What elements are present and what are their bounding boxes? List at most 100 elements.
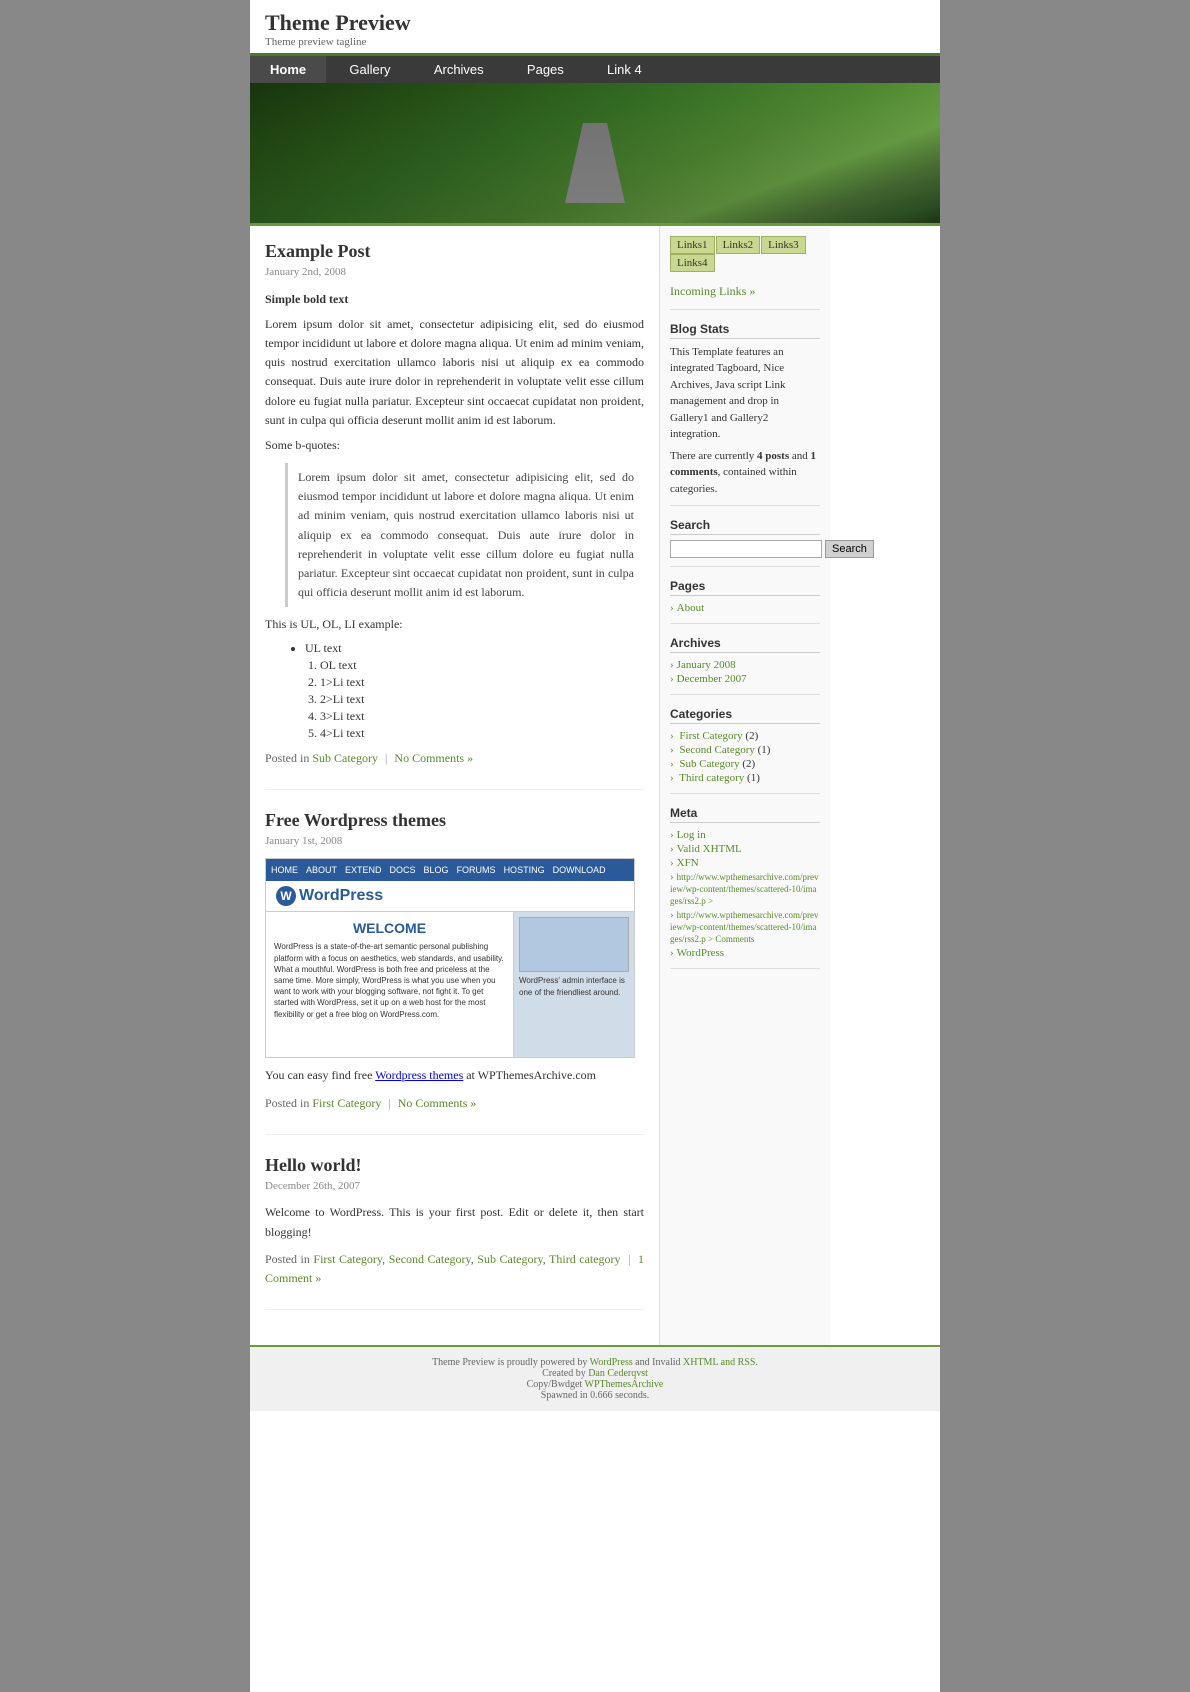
search-input[interactable]: [670, 540, 822, 558]
footer-xhtml-rss-link[interactable]: XHTML and RSS: [683, 1357, 755, 1368]
cat-first-count: (2): [745, 730, 758, 742]
footer-line-2: Created by Dan Cederqvst: [260, 1368, 930, 1379]
quick-link-1[interactable]: Links1: [670, 236, 715, 254]
blog-stats-desc: This Template features an integrated Tag…: [670, 344, 820, 443]
nav-gallery[interactable]: Gallery: [329, 56, 410, 83]
site-tagline: Theme preview tagline: [265, 36, 925, 48]
cat-first-link[interactable]: First Category: [679, 730, 742, 742]
post-1-bquote-label: Some b-quotes:: [265, 436, 644, 455]
post-2-footer: Posted in First Category | No Comments »: [265, 1094, 644, 1113]
site-banner: [250, 83, 940, 223]
pages-list: About: [670, 601, 820, 615]
post-3: Hello world! December 26th, 2007 Welcome…: [265, 1155, 644, 1310]
sidebar-search: Search Search: [670, 518, 820, 567]
post-3-cat3-link[interactable]: Sub Category: [477, 1252, 542, 1266]
meta-heading: Meta: [670, 806, 820, 823]
sidebar-quick-links: Links1Links2Links3 Links4: [670, 236, 820, 272]
nav-pages[interactable]: Pages: [507, 56, 584, 83]
post-2-comments-link[interactable]: No Comments »: [398, 1096, 477, 1110]
list-item: UL text: [305, 641, 644, 656]
footer-line-4: Spawned in 0.666 seconds.: [260, 1390, 930, 1401]
list-item: Second Category (1): [670, 743, 820, 757]
post-1-blockquote: Lorem ipsum dolor sit amet, consectetur …: [285, 463, 644, 607]
post-1-title: Example Post: [265, 241, 644, 262]
nav-archives[interactable]: Archives: [414, 56, 504, 83]
list-item: First Category (2): [670, 729, 820, 743]
cat-third-count: (1): [747, 772, 760, 784]
footer-line-1: Theme Preview is proudly powered by Word…: [260, 1357, 930, 1368]
archives-heading: Archives: [670, 636, 820, 653]
cat-second-link[interactable]: Second Category: [679, 744, 754, 756]
incoming-links-heading-link[interactable]: Incoming Links »: [670, 284, 755, 298]
post-3-footer: Posted in First Category, Second Categor…: [265, 1250, 644, 1288]
cat-sub-count: (2): [742, 758, 755, 770]
wordpress-themes-link[interactable]: Wordpress themes: [375, 1068, 463, 1082]
footer-wparchive-link[interactable]: WPThemesArchive: [585, 1379, 664, 1390]
main-content: Example Post January 2nd, 2008 Simple bo…: [250, 226, 660, 1345]
post-1-category-link[interactable]: Sub Category: [312, 751, 378, 765]
page-about-link[interactable]: About: [677, 602, 705, 614]
footer-author-link[interactable]: Dan Cederqvst: [588, 1368, 648, 1379]
archive-dec-2007[interactable]: December 2007: [677, 673, 747, 685]
search-heading: Search: [670, 518, 820, 535]
meta-xfn-link[interactable]: XFN: [677, 857, 699, 869]
meta-login-link[interactable]: Log in: [677, 829, 706, 841]
post-2-date: January 1st, 2008: [265, 833, 644, 851]
list-item: Valid XHTML: [670, 842, 820, 856]
post-1-list-intro: This is UL, OL, LI example:: [265, 615, 644, 634]
sidebar-pages: Pages About: [670, 579, 820, 624]
nav-home[interactable]: Home: [250, 56, 326, 83]
meta-comments-rss-link[interactable]: http://www.wpthemesarchive.com/preview/w…: [670, 910, 819, 944]
cat-second-count: (1): [758, 744, 771, 756]
post-2-category-link[interactable]: First Category: [312, 1096, 381, 1110]
archive-jan-2008[interactable]: January 2008: [677, 659, 736, 671]
post-1: Example Post January 2nd, 2008 Simple bo…: [265, 241, 644, 790]
nav-link4[interactable]: Link 4: [587, 56, 662, 83]
meta-xhtml-link[interactable]: Valid XHTML: [677, 843, 742, 855]
footer-line-3: Copy/Bwdget WPThemesArchive: [260, 1379, 930, 1390]
sidebar-meta: Meta Log in Valid XHTML XFN http://www.w…: [670, 806, 820, 969]
categories-heading: Categories: [670, 707, 820, 724]
wordpress-screenshot: HOME ABOUT EXTEND DOCS BLOG FORUMS HOSTI…: [265, 858, 635, 1058]
archives-list: January 2008 December 2007: [670, 658, 820, 686]
list-item: About: [670, 601, 820, 615]
blog-stats-heading: Blog Stats: [670, 322, 820, 339]
sidebar-incoming-links: Incoming Links »: [670, 282, 820, 310]
list-item: 4>Li text: [320, 726, 644, 741]
meta-rss-link[interactable]: http://www.wpthemesarchive.com/preview/w…: [670, 872, 819, 906]
post-3-title: Hello world!: [265, 1155, 644, 1176]
wp-nav-bar: HOME ABOUT EXTEND DOCS BLOG FORUMS HOSTI…: [266, 859, 634, 881]
search-button[interactable]: Search: [825, 540, 874, 558]
list-item: Sub Category (2): [670, 757, 820, 771]
cat-sub-link[interactable]: Sub Category: [679, 758, 739, 770]
post-1-comments-link[interactable]: No Comments »: [394, 751, 473, 765]
site-title: Theme Preview: [265, 10, 925, 36]
post-3-cat2-link[interactable]: Second Category: [389, 1252, 471, 1266]
search-form: Search: [670, 540, 820, 558]
list-item: XFN: [670, 856, 820, 870]
wp-logo-area: WWordPress: [266, 881, 634, 912]
post-1-date: January 2nd, 2008: [265, 264, 644, 282]
post-1-footer: Posted in Sub Category | No Comments »: [265, 749, 644, 768]
footer: Theme Preview is proudly powered by Word…: [250, 1345, 940, 1411]
post-2-body: You can easy find free Wordpress themes …: [265, 1066, 644, 1085]
list-item: 2>Li text: [320, 692, 644, 707]
meta-wordpress-link[interactable]: WordPress: [677, 947, 724, 959]
pages-heading: Pages: [670, 579, 820, 596]
quick-link-4[interactable]: Links4: [670, 254, 715, 272]
sidebar-categories: Categories First Category (2) Second Cat…: [670, 707, 820, 794]
list-item: WordPress: [670, 946, 820, 960]
quick-link-2[interactable]: Links2: [716, 236, 761, 254]
blog-stats-summary: There are currently 4 posts and 1 commen…: [670, 448, 820, 498]
post-1-bold: Simple bold text: [265, 290, 644, 309]
list-item: December 2007: [670, 672, 820, 686]
post-3-cat4-link[interactable]: Third category: [549, 1252, 621, 1266]
footer-wordpress-link[interactable]: WordPress: [590, 1357, 633, 1368]
cat-third-link[interactable]: Third category: [679, 772, 744, 784]
quick-link-3[interactable]: Links3: [761, 236, 806, 254]
post-3-cat1-link[interactable]: First Category: [313, 1252, 382, 1266]
post-1-ol: OL text 1>Li text 2>Li text 3>Li text 4>…: [320, 658, 644, 741]
post-3-date: December 26th, 2007: [265, 1178, 644, 1196]
sidebar-archives: Archives January 2008 December 2007: [670, 636, 820, 695]
categories-list: First Category (2) Second Category (1) S…: [670, 729, 820, 785]
